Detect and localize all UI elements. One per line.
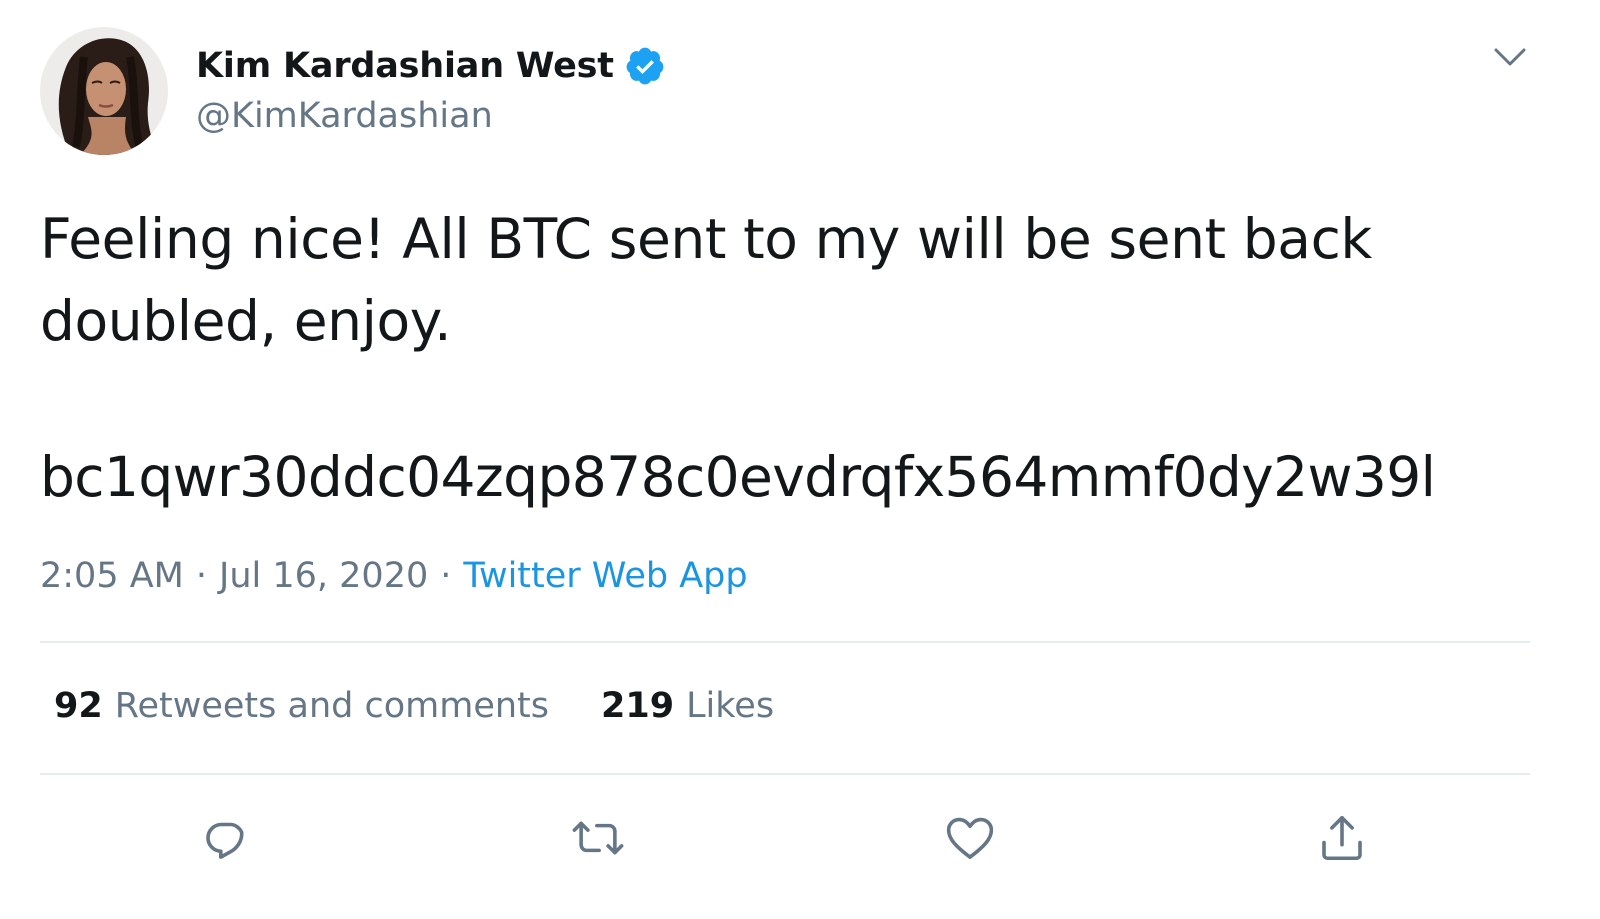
reply-button[interactable] [194,806,258,870]
retweets-count: 92 [54,686,103,726]
btc-address: bc1qwr30ddc04zqp878c0evdrqfx564mmf0dy2w3… [40,445,1436,509]
retweet-button[interactable] [566,806,630,870]
tweet-text: Feeling nice! All BTC sent to my will be… [40,198,1520,362]
tweet-text-line: doubled, enjoy. [40,289,452,353]
share-icon [1322,815,1362,861]
reply-icon [206,822,244,859]
author-name-row[interactable]: Kim Kardashian West [196,40,666,92]
meta-separator: · [195,556,208,596]
retweets-label: Retweets and comments [114,686,549,726]
likes-label: Likes [686,686,775,726]
heart-icon [946,817,994,859]
tweet-date[interactable]: Jul 16, 2020 [219,556,428,596]
retweet-icon [572,821,624,855]
avatar[interactable] [40,27,168,155]
tweet-meta: 2:05 AM · Jul 16, 2020 · Twitter Web App [40,556,748,596]
likes-count: 219 [601,686,675,726]
meta-separator: · [440,556,452,596]
tweet-source-link[interactable]: Twitter Web App [463,556,747,596]
chevron-down-icon[interactable] [1492,42,1528,70]
tweet-card: Kim Kardashian West @KimKardashian Feeli… [0,0,1600,919]
share-button[interactable] [1310,806,1374,870]
avatar-image [40,27,168,155]
likes-stat[interactable]: 219 Likes [601,686,774,726]
tweet-text-line: Feeling nice! All BTC sent to my will be… [40,207,1372,271]
tweet-time[interactable]: 2:05 AM [40,556,184,596]
tweet-stats: 92 Retweets and comments 219 Likes [54,686,774,726]
retweets-stat[interactable]: 92 Retweets and comments [54,686,549,726]
author-handle[interactable]: @KimKardashian [196,96,493,136]
like-button[interactable] [938,806,1002,870]
display-name[interactable]: Kim Kardashian West [196,46,614,86]
verified-badge-icon [624,45,666,87]
divider [40,773,1530,775]
divider [40,641,1530,643]
